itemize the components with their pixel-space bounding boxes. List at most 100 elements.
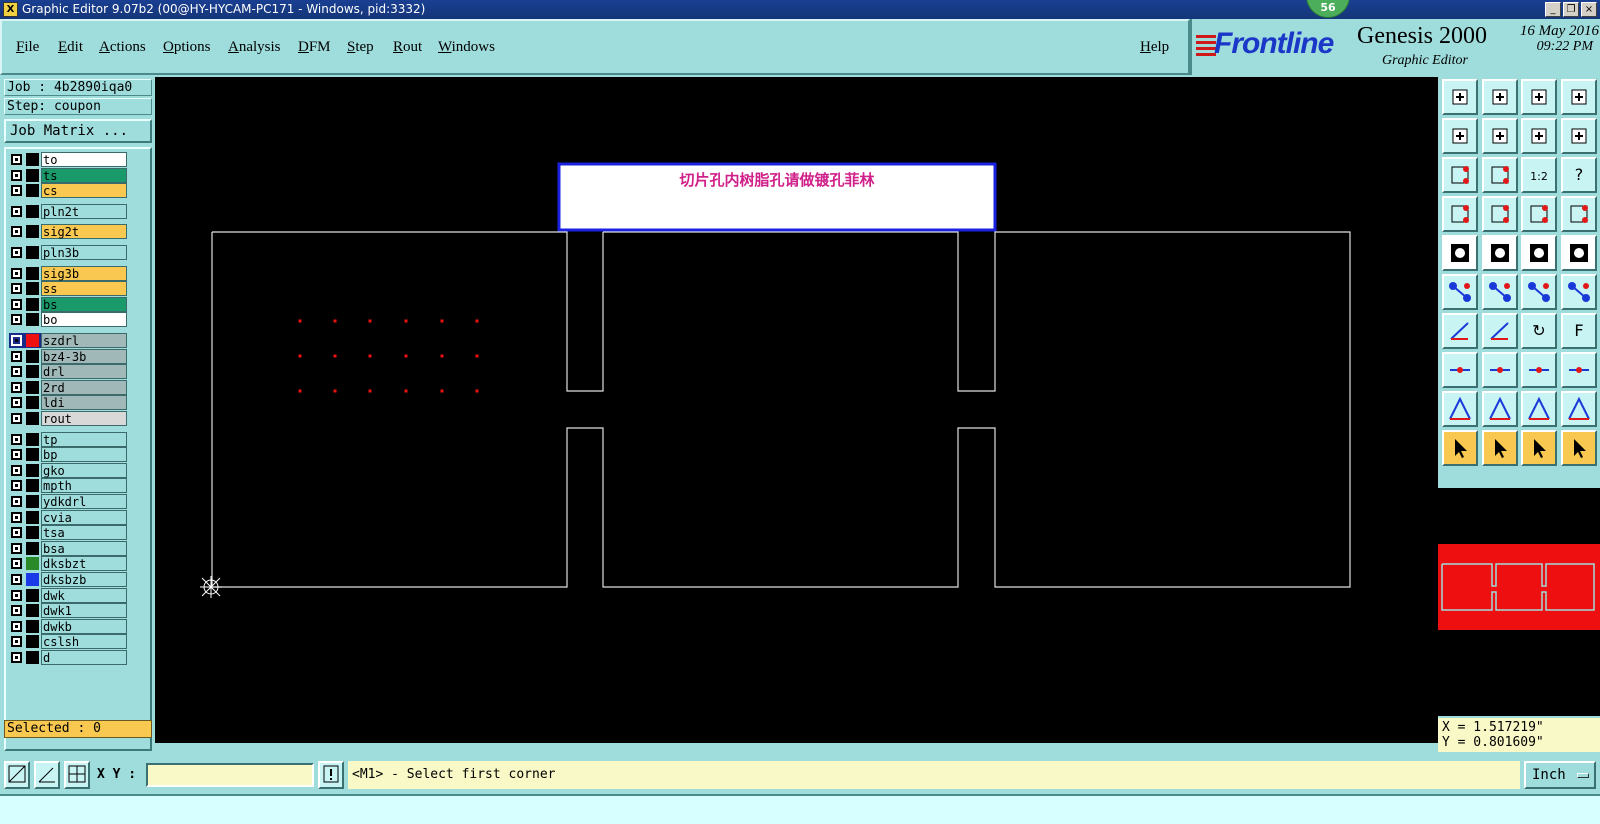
layer-red-button[interactable] — [1521, 196, 1557, 232]
layer-checkbox[interactable] — [11, 620, 22, 632]
layer-row-bsa[interactable]: bsa — [9, 540, 127, 556]
menu-windows[interactable]: Windows — [438, 39, 495, 56]
menu-options[interactable]: Options — [163, 39, 211, 56]
layer-row-sig2t[interactable]: sig2t — [9, 224, 127, 240]
pan-left-button[interactable] — [1442, 118, 1478, 154]
layer-checkbox[interactable] — [11, 605, 22, 617]
ruler-button[interactable] — [1521, 235, 1557, 271]
layer-row-pln2t[interactable]: pln2t — [9, 203, 127, 219]
layer-row-ydkdrl[interactable]: ydkdrl — [9, 494, 127, 509]
layer-red2-button[interactable] — [1560, 196, 1597, 232]
fit-button[interactable] — [1442, 157, 1478, 193]
layer-checkbox[interactable] — [11, 314, 22, 326]
layer-checkbox[interactable] — [11, 589, 22, 601]
layer-row-ldi[interactable]: ldi — [9, 395, 127, 411]
select-pad-button[interactable] — [1442, 235, 1478, 271]
xy-input[interactable] — [146, 763, 314, 787]
restore-button[interactable]: ❐ — [1563, 2, 1579, 17]
layer-row-to[interactable]: to — [9, 152, 127, 167]
layer-checkbox[interactable] — [11, 574, 22, 585]
layer-checkbox[interactable] — [11, 185, 22, 197]
grid-button[interactable] — [1481, 196, 1518, 232]
layer-checkbox[interactable] — [11, 558, 22, 570]
zoom-out-button[interactable] — [1481, 157, 1518, 193]
layer-checkbox[interactable] — [11, 335, 22, 346]
overview-map[interactable] — [1438, 488, 1600, 716]
measure-button[interactable] — [1442, 196, 1478, 232]
layer-checkbox[interactable] — [11, 366, 22, 378]
layer-checkbox[interactable] — [11, 283, 22, 295]
layer-checkbox[interactable] — [11, 496, 22, 507]
pointer-button[interactable] — [1442, 430, 1478, 466]
undo-view-button[interactable] — [1521, 118, 1557, 154]
layer-row-sig3b[interactable]: sig3b — [9, 265, 127, 281]
trim-button[interactable] — [1481, 352, 1518, 388]
layer-checkbox[interactable] — [11, 381, 22, 393]
layer-checkbox[interactable] — [11, 464, 22, 476]
layer-row-ts[interactable]: ts — [9, 167, 127, 183]
layer-row-gko[interactable]: gko — [9, 462, 127, 478]
layer-row-ss[interactable]: ss — [9, 281, 127, 297]
mirror-button[interactable]: F — [1560, 313, 1597, 349]
layer-row-tp[interactable]: tp — [9, 431, 127, 447]
menu-actions[interactable]: Actions — [99, 39, 146, 56]
minimize-button[interactable]: _ — [1545, 2, 1561, 17]
layer-checkbox[interactable] — [11, 169, 22, 181]
menu-edit[interactable]: Edit — [58, 39, 83, 56]
menu-dfm[interactable]: DFM — [298, 39, 331, 56]
close-button[interactable]: × — [1581, 2, 1597, 17]
layer-row-bz4-3b[interactable]: bz4-3b — [9, 348, 127, 364]
layer-checkbox[interactable] — [11, 247, 22, 258]
menu-step[interactable]: Step — [347, 39, 374, 56]
job-matrix-button[interactable]: Job Matrix ... — [4, 119, 152, 143]
angle-button[interactable] — [34, 761, 60, 789]
layer-row-mpth[interactable]: mpth — [9, 478, 127, 494]
layer-checkbox[interactable] — [11, 413, 22, 424]
layer-checkbox[interactable] — [11, 226, 22, 238]
home-button[interactable] — [1521, 79, 1557, 115]
layer-row-cvia[interactable]: cvia — [9, 509, 127, 525]
layer-checkbox[interactable] — [11, 433, 22, 445]
layer-row-rout[interactable]: rout — [9, 411, 127, 426]
arc2-button[interactable] — [1481, 391, 1518, 427]
notification-badge[interactable]: 56 — [1306, 0, 1350, 18]
graphic-canvas[interactable]: 切片孔内树脂孔请做镀孔菲林 — [155, 77, 1438, 743]
scale-1-2-button[interactable]: 1:2 — [1521, 157, 1557, 193]
delete-node-button[interactable] — [1481, 274, 1518, 310]
menu-analysis[interactable]: Analysis — [228, 39, 281, 56]
layer-checkbox[interactable] — [11, 542, 22, 554]
layer-checkbox[interactable] — [11, 652, 22, 663]
layer-row-pln3b[interactable]: pln3b — [9, 245, 127, 260]
layer-row-szdrl[interactable]: szdrl — [9, 333, 127, 348]
alert-button[interactable] — [318, 761, 344, 789]
layer-row-cs[interactable]: cs — [9, 183, 127, 199]
rotate-button[interactable]: ↻ — [1521, 313, 1557, 349]
pointer-path-button[interactable] — [1560, 430, 1597, 466]
layer-row-drl[interactable]: drl — [9, 364, 127, 380]
pointer-box-button[interactable] — [1481, 430, 1518, 466]
select-line-button[interactable] — [1481, 235, 1518, 271]
layer-row-dwk1[interactable]: dwk1 — [9, 603, 127, 619]
layer-checkbox[interactable] — [11, 527, 22, 539]
layer-checkbox[interactable] — [11, 267, 22, 279]
layer-checkbox[interactable] — [11, 397, 22, 409]
help-button[interactable]: ? — [1560, 157, 1597, 193]
layer-row-dksbzb[interactable]: dksbzb — [9, 572, 127, 587]
group-button[interactable] — [1560, 352, 1597, 388]
layer-checkbox[interactable] — [11, 449, 22, 461]
arc4-button[interactable] — [1560, 391, 1597, 427]
pointer-circle-button[interactable] — [1521, 430, 1557, 466]
draw-line-button[interactable] — [1442, 313, 1478, 349]
pan-right-button[interactable] — [1481, 118, 1518, 154]
draw-line2-button[interactable] — [1481, 313, 1518, 349]
move-point-button[interactable] — [1521, 274, 1557, 310]
layer-row-dwkb[interactable]: dwkb — [9, 618, 127, 634]
zoom-home-button[interactable] — [1442, 79, 1478, 115]
layer-checkbox[interactable] — [11, 480, 22, 492]
layer-row-dwk[interactable]: dwk — [9, 587, 127, 603]
menu-file[interactable]: File — [16, 39, 39, 56]
layer-checkbox[interactable] — [11, 298, 22, 310]
unit-select[interactable]: Inch — [1524, 761, 1596, 789]
zoom-extent-button[interactable] — [1481, 79, 1518, 115]
layer-row-bp[interactable]: bp — [9, 447, 127, 463]
